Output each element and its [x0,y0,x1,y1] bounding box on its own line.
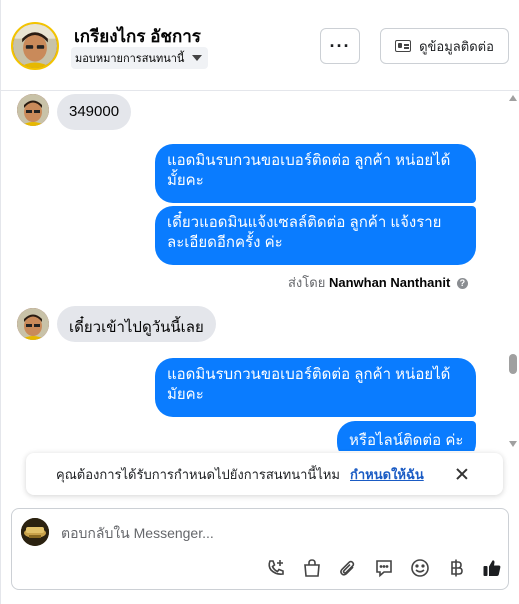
assign-conversation-dropdown[interactable]: มอบหมายการสนทนานี้ [71,47,209,69]
phone-plus-icon[interactable] [258,555,294,581]
conversation-header: เกรียงไกร อัชการ มอบหมายการสนทนานี้ ··· … [1,0,519,91]
more-options-button[interactable]: ··· [320,28,360,64]
sender-avatar[interactable] [17,94,49,126]
message-text-line: แอดมินรบกวนขอเบอร์ติดต่อ ลูกค้า หน่อยได้ [167,366,451,383]
contact-name: เกรียงไกร อัชการ [74,27,201,46]
paperclip-icon[interactable] [330,555,366,581]
sender-avatar[interactable] [17,308,49,340]
avatar-photo [13,24,57,68]
message-thread[interactable]: 349000 แอดมินรบกวนขอเบอร์ติดต่อ ลูกค้า ห… [1,91,508,451]
outgoing-message[interactable]: หรือไลน์ติดต่อ ค่ะ [337,421,476,451]
message-text: 349000 [69,103,120,120]
outgoing-message[interactable]: เดี๋ยวแอดมินแจ้งเซลล์ติดต่อ ลูกค้า แจ้งร… [155,206,476,265]
view-contact-info-button[interactable]: ดูข้อมูลติดต่อ [380,28,509,64]
message-text: เดี๋ยวเข้าไปดูวันนี้เลย [69,319,204,336]
assign-to-me-link[interactable]: กำหนดให้ฉัน [350,464,424,485]
message-text-line: หรือไลน์ติดต่อ ค่ะ [349,432,464,449]
shopping-bag-icon[interactable] [294,555,330,581]
saved-reply-icon[interactable] [366,555,402,581]
incoming-message[interactable]: เดี๋ยวเข้าไปดูวันนี้เลย [57,306,216,342]
thumbs-up-icon[interactable] [474,555,510,581]
composer-toolbar [258,555,510,581]
scroll-down-arrow[interactable] [509,441,517,447]
emoji-icon[interactable] [402,555,438,581]
page-logo-image [21,518,49,546]
contact-avatar[interactable] [11,22,59,70]
view-contact-info-label: ดูข้อมูลติดต่อ [419,38,494,54]
chevron-down-icon [192,55,203,61]
close-icon[interactable] [452,464,472,484]
scrollbar-thumb[interactable] [509,354,517,374]
incoming-message[interactable]: 349000 [57,94,132,130]
sent-by-name[interactable]: Nanwhan Nanthanit [329,275,450,290]
avatar-photo [17,94,49,126]
baht-icon[interactable] [438,555,474,581]
message-text-line: มัยคะ [167,386,204,403]
assign-label: มอบหมายการสนทนานี้ [75,53,185,65]
outgoing-message[interactable]: แอดมินรบกวนขอเบอร์ติดต่อ ลูกค้า หน่อยได้… [155,144,476,203]
outgoing-message[interactable]: แอดมินรบกวนขอเบอร์ติดต่อ ลูกค้า หน่อยได้… [155,358,476,417]
reply-composer: ตอบกลับใน Messenger... [11,508,509,590]
reply-input[interactable]: ตอบกลับใน Messenger... [61,523,214,545]
messenger-conversation-panel: เกรียงไกร อัชการ มอบหมายการสนทนานี้ ··· … [0,0,519,604]
sent-by-label: ส่งโดย Nanwhan Nanthanit ? [288,272,468,293]
help-icon[interactable]: ? [456,278,468,289]
avatar-photo [17,308,49,340]
sent-by-prefix: ส่งโดย [288,275,326,290]
message-text-line: มั้ยคะ [167,172,204,189]
message-text-line: เดี๋ยวแอดมินแจ้งเซลล์ติดต่อ ลูกค้า แจ้งร… [167,214,442,231]
page-avatar [21,518,49,546]
message-text-line: แอดมินรบกวนขอเบอร์ติดต่อ ลูกค้า หน่อยได้ [167,152,451,169]
assignment-prompt-text: คุณต้องการได้รับการกำหนดไปยังการสนทนานี้… [56,466,340,482]
contact-card-icon [395,40,412,52]
scroll-up-arrow[interactable] [509,95,517,101]
assignment-prompt: คุณต้องการได้รับการกำหนดไปยังการสนทนานี้… [26,453,503,495]
message-text-line: ละเอียดอีกครั้ง ค่ะ [167,234,283,251]
